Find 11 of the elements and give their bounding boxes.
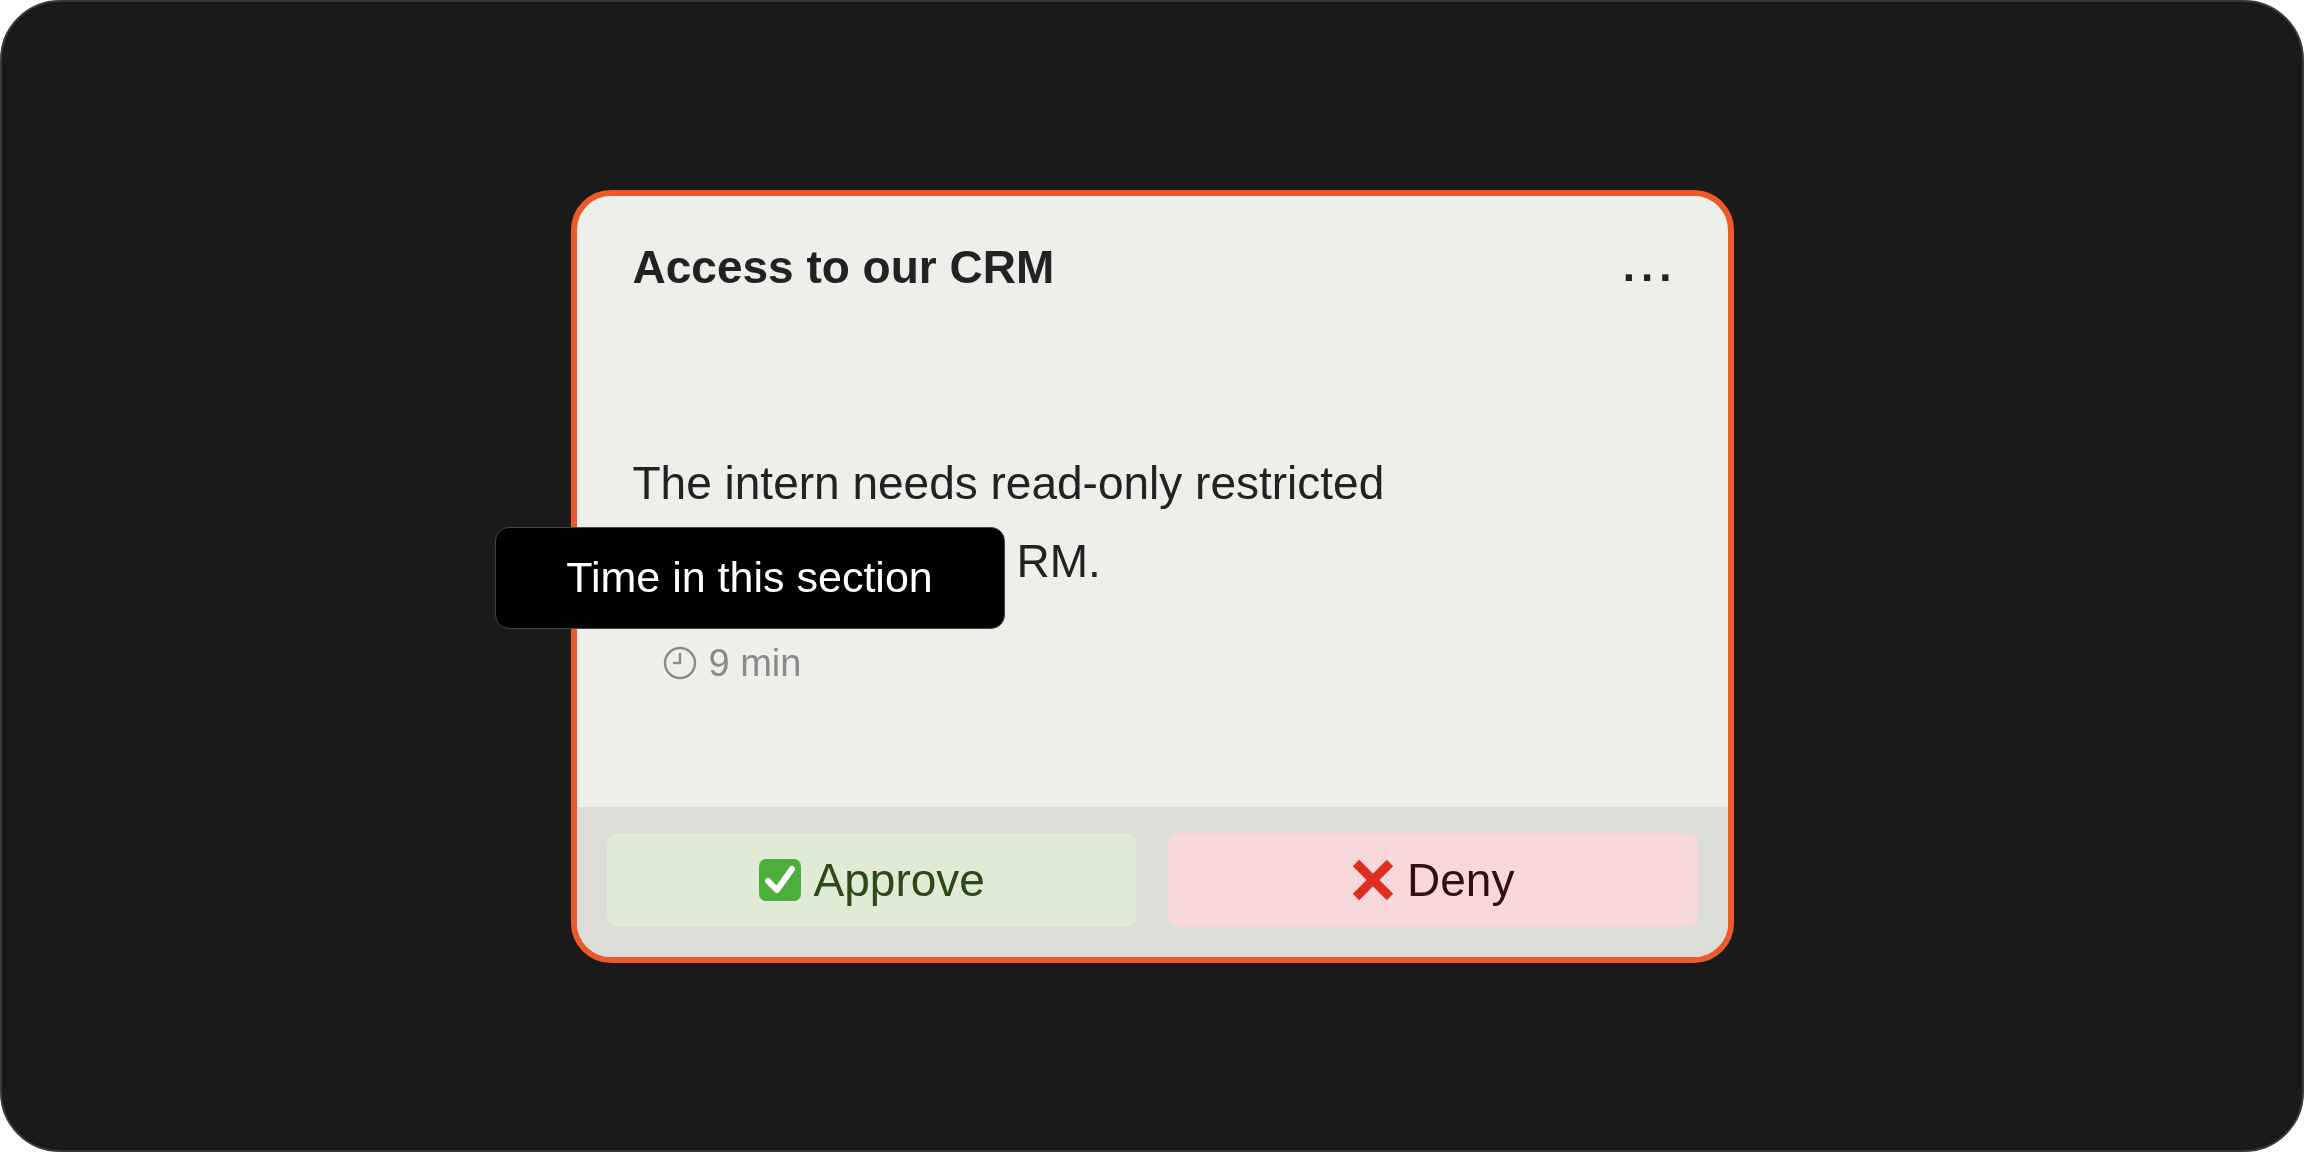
card-title: Access to our CRM <box>632 239 1055 294</box>
deny-button[interactable]: Deny <box>1168 832 1698 927</box>
tooltip: Time in this section <box>494 526 1005 629</box>
cross-icon <box>1351 857 1396 902</box>
description-text: RM. <box>1016 533 1101 589</box>
time-label: 9 min <box>708 641 802 685</box>
description-text: The intern needs read-only restricted <box>632 455 1386 511</box>
more-button[interactable]: ... <box>1622 243 1678 288</box>
clock-icon <box>662 646 697 680</box>
check-icon <box>757 857 802 902</box>
approve-button[interactable]: Approve <box>606 832 1136 927</box>
